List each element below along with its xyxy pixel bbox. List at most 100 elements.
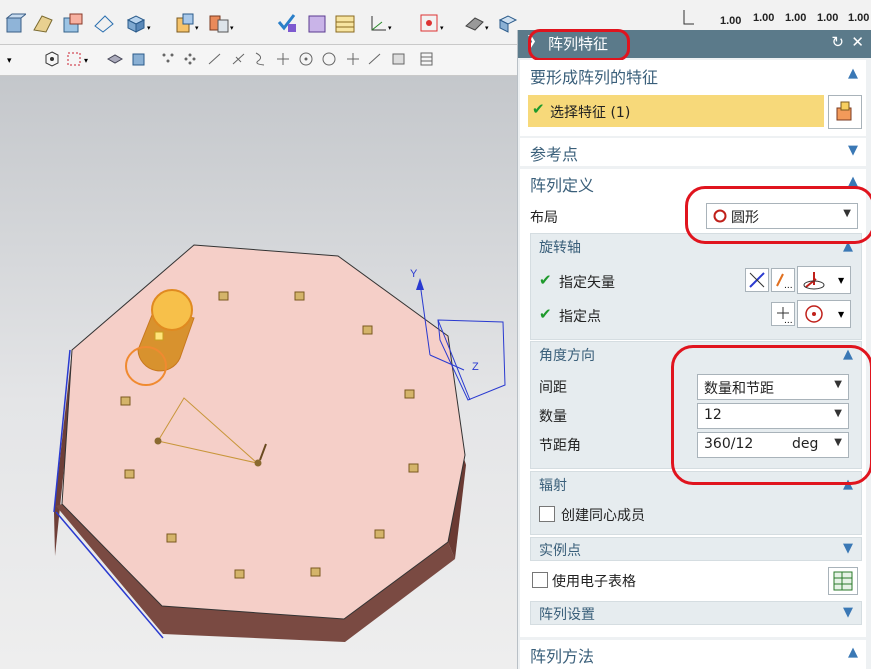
measure-value-4: 1.00	[817, 12, 839, 24]
quadrant-snap-icon[interactable]	[320, 51, 338, 67]
face-snap-icon[interactable]	[390, 51, 408, 67]
main-toolbar: ▾ ▾ ▾ ▾ ▾ ▾	[0, 0, 520, 45]
pattern-definition-title[interactable]: 阵列定义	[530, 172, 594, 196]
measure-value-5: 1.00	[848, 12, 870, 24]
feature-icon[interactable]: ▾	[173, 12, 201, 34]
pattern-settings-group[interactable]: 阵列设置 ▼	[530, 601, 862, 625]
render-style-icon[interactable]	[496, 12, 518, 34]
measure-icon[interactable]	[680, 8, 696, 26]
surface-icon[interactable]	[32, 12, 54, 34]
pattern-method-title[interactable]: 阵列方法	[530, 643, 594, 667]
shading-icon[interactable]: ▾	[463, 12, 491, 34]
octagon-plate	[61, 244, 466, 620]
pattern-method-section: 阵列方法 ▲	[520, 640, 866, 669]
angle-direction-title[interactable]: 角度方向	[539, 345, 595, 365]
solid-filter-icon[interactable]	[106, 51, 124, 67]
curve-snap-icon[interactable]	[252, 51, 270, 67]
svg-text:▾: ▾	[84, 56, 88, 65]
measure-toolbar: 1.00 1.00 1.00 1.00 1.00	[520, 0, 871, 30]
collapse-up-icon[interactable]: ▲	[848, 645, 858, 660]
svg-text:▼: ▼	[838, 276, 845, 285]
select-feature-row[interactable]: ✔ 选择特征 (1)	[528, 95, 824, 127]
check-icon: ✔	[532, 100, 545, 118]
axis-z-label: Z	[472, 361, 479, 373]
body-filter-icon[interactable]	[130, 51, 148, 67]
spacing-label: 间距	[539, 380, 567, 396]
table-icon[interactable]	[334, 12, 356, 34]
select-feature-button[interactable]	[828, 95, 862, 129]
endpoint-snap-icon[interactable]	[206, 51, 224, 67]
graphics-viewport[interactable]: Y Z	[0, 76, 520, 669]
reset-icon[interactable]: ↻	[831, 33, 844, 51]
snap-grid-icon[interactable]	[182, 51, 200, 67]
point-snap-icon[interactable]	[344, 51, 362, 67]
reference-point-title[interactable]: 参考点	[530, 141, 578, 165]
expand-down-icon[interactable]: ▼	[848, 143, 858, 158]
rotation-axis-title[interactable]: 旋转轴	[539, 237, 581, 257]
check-icon: ✔	[539, 271, 552, 289]
reference-point-section[interactable]: 参考点 ▼	[520, 138, 866, 166]
features-section-title[interactable]: 要形成阵列的特征	[530, 64, 658, 88]
pitch-angle-label: 节距角	[539, 438, 581, 454]
svg-text:▾: ▾	[230, 24, 234, 32]
svg-text:▾: ▾	[195, 24, 199, 32]
specify-vector-label: 指定矢量	[559, 275, 615, 291]
check-mate-icon[interactable]	[276, 12, 298, 34]
spreadsheet-button[interactable]	[828, 567, 858, 595]
collapse-up-icon[interactable]: ▲	[848, 66, 858, 81]
svg-text:...: ...	[784, 281, 793, 291]
analysis-icon[interactable]	[306, 12, 328, 34]
radiation-title[interactable]: 辐射	[539, 475, 567, 495]
rect-select-icon[interactable]: ▾	[66, 51, 94, 67]
check-icon: ✔	[539, 305, 552, 323]
cube-dropdown-icon[interactable]: ▾	[124, 12, 152, 34]
vector-type-select[interactable]: ▼	[797, 266, 851, 294]
annotation-title-circle	[528, 29, 630, 61]
svg-text:▾: ▾	[485, 24, 489, 32]
expand-down-icon[interactable]: ▼	[843, 605, 853, 620]
menu-dropdown-icon[interactable]: ▾	[4, 51, 20, 67]
measure-value-2: 1.00	[753, 12, 775, 24]
svg-text:▾: ▾	[7, 56, 12, 66]
concentric-label: 创建同心成员	[561, 508, 645, 524]
csys-icon[interactable]: ▾	[366, 12, 396, 34]
midpoint-snap-icon[interactable]	[230, 51, 248, 67]
pattern-feature-dialog: ❯ 阵列特征 ↻ ✕ 要形成阵列的特征 ▲ ✔ 选择特征 (1) 参考点 ▼ 阵…	[517, 29, 871, 669]
perp-snap-icon[interactable]	[274, 51, 292, 67]
annotation-angle-circle	[671, 345, 871, 485]
assembly-icon[interactable]: ▾	[208, 12, 236, 34]
concentric-checkbox[interactable]	[539, 506, 555, 522]
sketch-icon[interactable]	[93, 12, 115, 34]
svg-text:...: ...	[784, 316, 793, 325]
count-label: 数量	[539, 409, 567, 425]
center-snap-icon[interactable]	[297, 51, 315, 67]
layout-label: 布局	[530, 210, 558, 226]
axis-y-label: Y	[410, 268, 418, 280]
fit-view-icon[interactable]: ▾	[418, 12, 446, 34]
svg-text:▼: ▼	[838, 310, 845, 319]
instance-points-title[interactable]: 实例点	[539, 540, 581, 560]
svg-text:▾: ▾	[440, 24, 444, 32]
spreadsheet-label: 使用电子表格	[552, 574, 636, 590]
features-section: 要形成阵列的特征 ▲ ✔ 选择特征 (1)	[520, 60, 866, 136]
cube-shaded-icon[interactable]	[4, 12, 26, 34]
instance-points-group[interactable]: 实例点 ▼	[530, 537, 862, 561]
annotation-layout-circle	[685, 186, 871, 244]
hexagon-filter-icon[interactable]	[44, 51, 60, 67]
selection-toolbar: ▾ ▾	[0, 45, 520, 76]
snap-points-icon[interactable]	[160, 51, 178, 67]
point-dialog-button[interactable]: ...	[771, 302, 795, 326]
expand-down-icon[interactable]: ▼	[843, 541, 853, 556]
block-icon[interactable]	[62, 12, 84, 34]
vector-dialog-button[interactable]	[745, 268, 769, 292]
point-type-select[interactable]: ▼	[797, 300, 851, 328]
inferred-vector-button[interactable]: ...	[771, 268, 795, 292]
measure-value-1: 1.00	[720, 15, 742, 27]
spreadsheet-checkbox[interactable]	[532, 572, 548, 588]
select-feature-label: 选择特征 (1)	[550, 105, 631, 121]
pattern-settings-title[interactable]: 阵列设置	[539, 604, 595, 624]
specify-point-label: 指定点	[559, 309, 601, 325]
line-snap-icon[interactable]	[366, 51, 384, 67]
close-icon[interactable]: ✕	[851, 33, 864, 51]
grid-icon[interactable]	[418, 51, 436, 67]
